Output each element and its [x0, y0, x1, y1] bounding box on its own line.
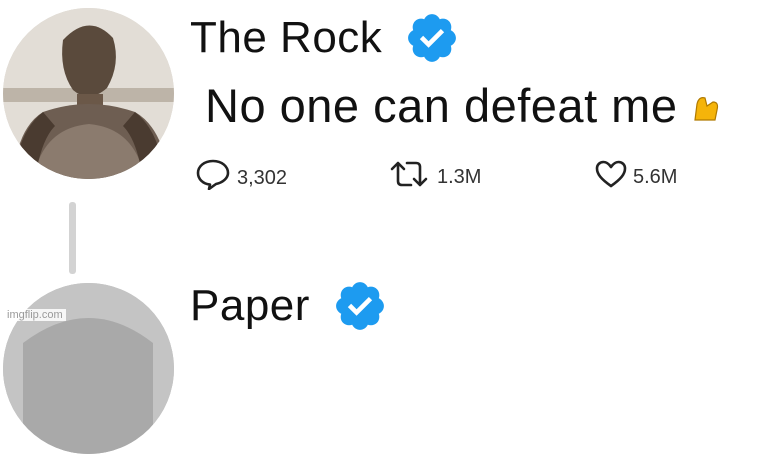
verified-badge-icon — [336, 282, 384, 330]
reply-button[interactable]: 3,302 — [195, 158, 287, 190]
tweet-body: No one can defeat me — [205, 79, 678, 132]
watermark: imgflip.com — [4, 309, 66, 321]
thread-connector — [69, 202, 76, 274]
reply-count: 3,302 — [237, 166, 288, 189]
reply-author-name[interactable]: Paper — [190, 281, 310, 331]
author-avatar[interactable] — [3, 8, 174, 179]
like-button[interactable]: 5.6M — [595, 158, 677, 189]
retweet-count: 1.3M — [437, 166, 482, 188]
retweet-icon — [390, 161, 428, 186]
like-count: 5.6M — [633, 166, 678, 188]
reply-icon — [196, 159, 230, 190]
tweet-text: No one can defeat me — [205, 78, 721, 133]
retweet-button[interactable]: 1.3M — [387, 158, 481, 189]
author-name[interactable]: The Rock — [190, 13, 382, 63]
tweet-actions: 3,302 1.3M 5.6M — [195, 158, 735, 198]
verified-badge-icon — [408, 14, 457, 62]
man-portrait-image — [3, 8, 174, 179]
tweet-header: The Rock — [190, 10, 460, 66]
flexed-biceps-emoji — [694, 97, 719, 121]
reply-header: Paper — [190, 278, 388, 334]
heart-icon — [595, 160, 627, 187]
